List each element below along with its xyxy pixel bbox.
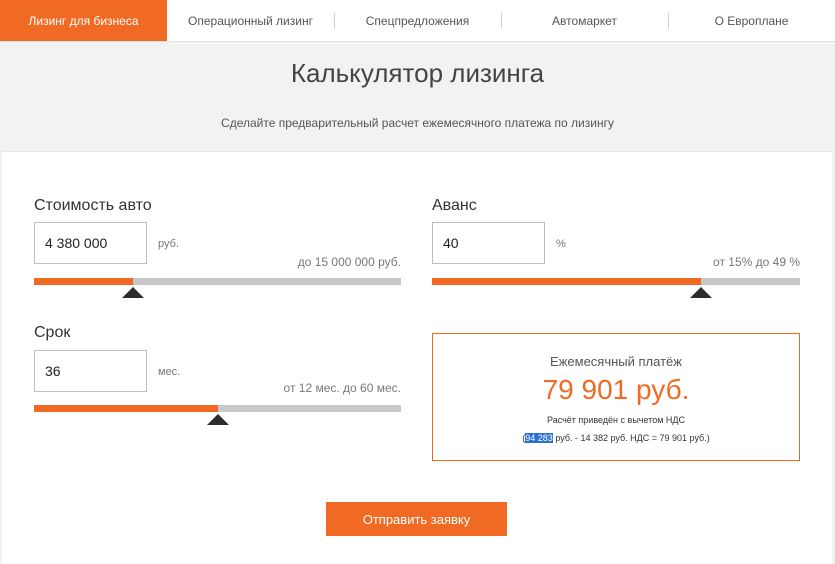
selected-amount: 94 283	[525, 433, 553, 443]
nav-label: Операционный лизинг	[188, 13, 313, 28]
term-slider-handle[interactable]	[206, 414, 229, 425]
term-range: от 12 мес. до 60 мес.	[283, 381, 401, 395]
term-slider[interactable]	[34, 405, 401, 412]
nav-leasing-business[interactable]: Лизинг для бизнеса	[0, 0, 167, 41]
nav-special-offers[interactable]: Спецпредложения	[334, 0, 501, 41]
page-title: Калькулятор лизинга	[290, 58, 545, 88]
monthly-payment-box: Ежемесячный платёж 79 901 руб. Расчёт пр…	[432, 333, 800, 461]
nav-automarket[interactable]: Автомаркет	[501, 0, 668, 41]
price-slider-handle[interactable]	[122, 287, 145, 298]
advance-slider[interactable]	[432, 278, 800, 285]
nav-label: О Европлане	[714, 13, 789, 28]
vat-formula: (94 283 руб. - 14 382 руб. НДС = 79 901 …	[433, 433, 799, 443]
nav-label: Автомаркет	[552, 13, 617, 28]
top-nav: Лизинг для бизнеса Операционный лизинг С…	[0, 0, 835, 42]
nav-label: Спецпредложения	[365, 13, 470, 28]
term-unit: мес.	[158, 366, 181, 378]
term-label: Срок	[34, 324, 71, 341]
advance-unit: %	[556, 238, 566, 250]
term-slider-fill	[34, 405, 218, 412]
price-range: до 15 000 000 руб.	[297, 255, 401, 269]
vat-note: Расчёт приведён с вычетом НДС	[546, 415, 685, 425]
advance-input[interactable]	[432, 222, 545, 264]
advance-label: Аванс	[432, 197, 477, 214]
monthly-payment-value: 79 901 руб.	[542, 374, 690, 405]
nav-label: Лизинг для бизнеса	[28, 13, 139, 28]
price-input[interactable]	[34, 222, 147, 264]
nav-about[interactable]: О Европлане	[668, 0, 835, 41]
price-label: Стоимость авто	[34, 197, 152, 214]
price-slider[interactable]	[34, 278, 401, 285]
price-slider-fill	[34, 278, 134, 285]
submit-application-button[interactable]: Отправить заявку	[326, 502, 507, 536]
advance-slider-handle[interactable]	[689, 287, 712, 298]
nav-operational-leasing[interactable]: Операционный лизинг	[167, 0, 334, 41]
price-unit: руб.	[158, 238, 179, 250]
term-input[interactable]	[34, 350, 147, 392]
page-subtitle: Сделайте предварительный расчет ежемесяч…	[221, 116, 614, 130]
monthly-payment-label: Ежемесячный платёж	[550, 354, 682, 369]
formula-rest: руб. - 14 382 руб. НДС = 79 901 руб.)	[552, 433, 710, 443]
advance-range: от 15% до 49 %	[713, 255, 800, 269]
advance-slider-fill	[432, 278, 701, 285]
